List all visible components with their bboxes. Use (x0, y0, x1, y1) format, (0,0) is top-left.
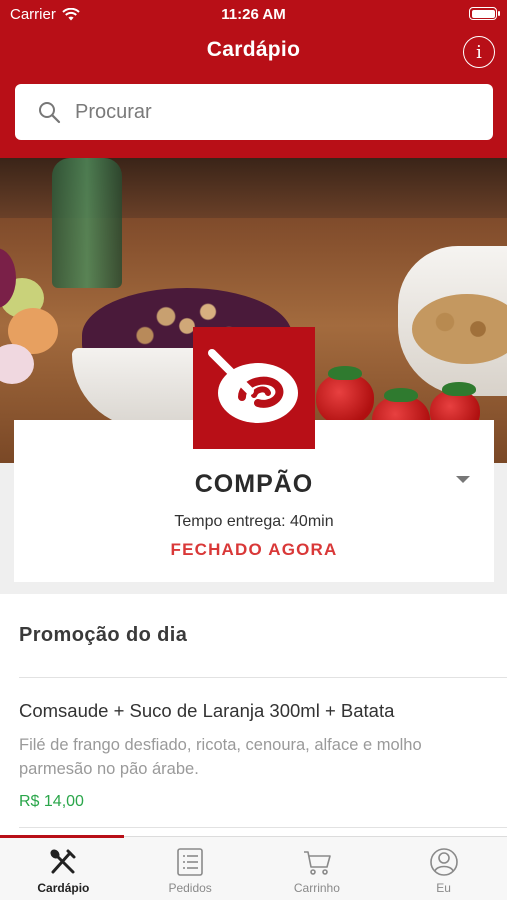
tab-pedidos[interactable]: Pedidos (127, 837, 254, 900)
tab-label: Eu (436, 881, 451, 895)
divider (19, 827, 507, 828)
store-name: COMPÃO (194, 470, 314, 498)
store-logo (193, 327, 315, 449)
list-icon (177, 848, 203, 876)
tab-carrinho[interactable]: Carrinho (254, 837, 381, 900)
menu-item-name: Comsaude + Suco de Laranja 300ml + Batat… (19, 700, 395, 721)
info-icon: i (476, 41, 482, 63)
search-input[interactable] (75, 100, 455, 124)
store-logo-icon (208, 349, 298, 423)
info-button[interactable]: i (463, 36, 495, 68)
status-badge: FECHADO AGORA (170, 540, 338, 559)
fork-knife-icon (50, 849, 76, 874)
divider (19, 677, 507, 678)
tab-cardapio[interactable]: Cardápio (0, 837, 127, 900)
search-icon (39, 102, 61, 124)
chevron-down-icon[interactable] (456, 476, 470, 483)
status-bar: Carrier 11:26 AM (0, 0, 507, 30)
tab-label: Carrinho (293, 881, 340, 895)
user-icon (429, 848, 458, 876)
menu-section: Promoção do dia Comsaude + Suco de Laran… (0, 594, 507, 836)
tab-eu[interactable]: Eu (380, 837, 507, 900)
menu-item-price: R$ 14,00 (19, 793, 84, 810)
tab-label: Pedidos (168, 881, 212, 895)
clock: 11:26 AM (221, 6, 286, 23)
cart-icon (303, 851, 331, 875)
search-bar[interactable] (15, 84, 493, 140)
section-title: Promoção do dia (19, 624, 188, 646)
battery-icon (469, 7, 500, 20)
active-tab-indicator (0, 835, 124, 838)
delivery-time: Tempo entrega: 40min (174, 513, 334, 530)
page-title: Cardápio (206, 38, 301, 61)
app-header: Carrier 11:26 AM Cardápio i (0, 0, 507, 158)
tab-label: Cardápio (37, 881, 90, 895)
menu-item-description: Filé de frango desfiado, ricota, cenoura… (19, 736, 422, 778)
tab-bar: Cardápio Pedidos Carrinho Eu (0, 835, 507, 900)
